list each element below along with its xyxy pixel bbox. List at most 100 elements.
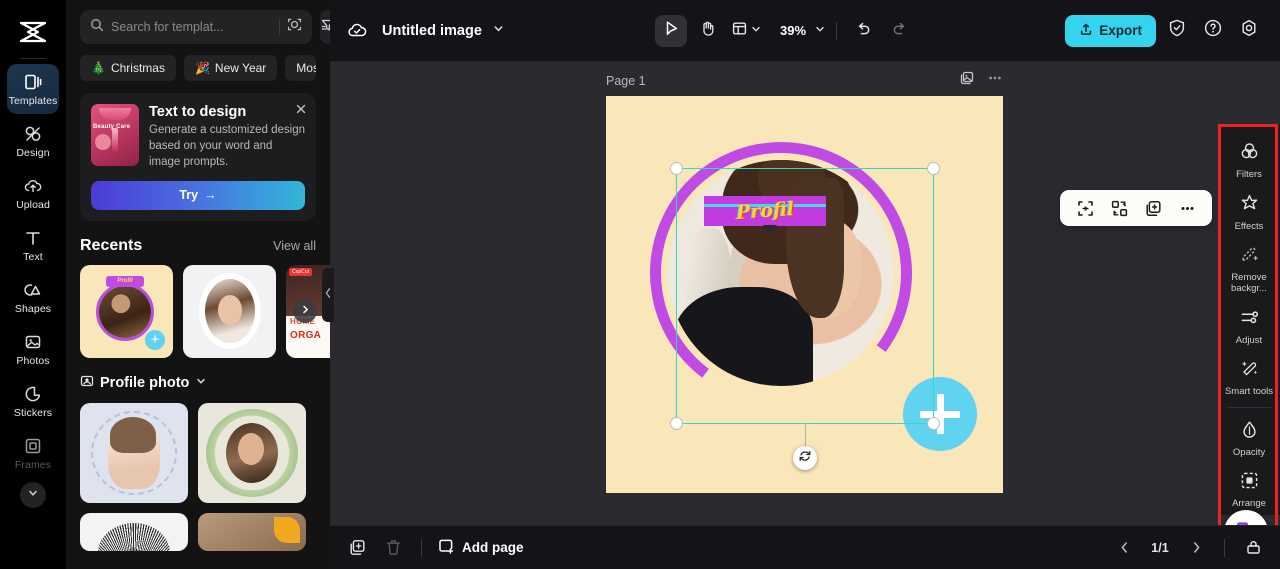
shield-check-button[interactable] <box>1162 16 1192 46</box>
bottom-divider-2 <box>1224 538 1225 557</box>
filter-icon <box>320 17 330 38</box>
layout-icon <box>731 20 748 42</box>
chevron-right-icon <box>300 302 311 320</box>
profile-photo-grid <box>80 402 316 551</box>
shield-check-icon <box>1167 18 1187 43</box>
profile-template-leaf[interactable] <box>198 512 306 551</box>
delete-page-button[interactable] <box>380 535 406 561</box>
replace-media-icon[interactable] <box>1106 195 1132 221</box>
tag-label: Christmas <box>110 61 165 75</box>
export-button[interactable]: Export <box>1065 14 1156 47</box>
main-area: Untitled image 39% Export Page 1 Profil … <box>330 0 1280 569</box>
profile-photo-title: Profile photo <box>100 375 190 392</box>
recents-view-all-link[interactable]: View all <box>273 239 316 253</box>
profile-template-wreath-blue[interactable] <box>80 402 188 503</box>
cloud-sync-icon[interactable] <box>346 20 368 42</box>
promo-close-button[interactable] <box>295 102 307 120</box>
duplicate-page-button[interactable] <box>344 535 370 561</box>
undo-button[interactable] <box>847 15 879 47</box>
sidebar-item-shapes[interactable]: Shapes <box>7 272 59 322</box>
prev-page-button[interactable] <box>1111 535 1137 561</box>
tool-arrange[interactable]: Arrange <box>1220 463 1278 515</box>
promo-try-button[interactable]: Try → <box>91 180 305 210</box>
recent-template-portrait[interactable] <box>183 264 276 358</box>
timeline-toggle-button[interactable] <box>1240 535 1266 561</box>
tool-adjust[interactable]: Adjust <box>1220 300 1278 352</box>
panel-collapse-button[interactable] <box>322 268 334 322</box>
recents-next-button[interactable] <box>293 298 317 323</box>
more-horizontal-icon[interactable] <box>1174 195 1200 221</box>
tool-filters[interactable]: Filters <box>1220 134 1278 186</box>
canvas-stage: Page 1 Profil Filters Effects Remove bac… <box>330 62 1280 525</box>
sidebar-item-design[interactable]: Design <box>7 116 59 166</box>
resize-handle-bottom-left[interactable] <box>670 417 683 430</box>
app-root: Templates Design Upload Text Shapes Phot… <box>0 0 1280 569</box>
next-page-button[interactable] <box>1183 535 1209 561</box>
settings-button[interactable] <box>1234 16 1264 46</box>
sidebar-item-frames[interactable]: Frames <box>7 428 59 478</box>
tool-effects[interactable]: Effects <box>1220 186 1278 238</box>
tool-remove-background[interactable]: Remove backgr... <box>1220 237 1278 299</box>
rotate-button[interactable] <box>793 446 817 470</box>
chevron-down-icon[interactable] <box>195 374 207 392</box>
resize-handle-top-left[interactable] <box>670 162 683 175</box>
sidebar-item-photos[interactable]: Photos <box>7 324 59 374</box>
profile-photo-icon <box>80 374 94 393</box>
crop-icon[interactable] <box>1072 195 1098 221</box>
text-to-design-promo: Beauty Care Text to design Generate a cu… <box>80 93 316 221</box>
redo-button[interactable] <box>883 15 915 47</box>
document-title[interactable]: Untitled image <box>382 23 482 39</box>
app-logo[interactable] <box>0 6 66 58</box>
sidebar-item-upload[interactable]: Upload <box>7 168 59 218</box>
search-row <box>80 10 330 44</box>
zoom-level[interactable]: 39% <box>780 23 806 38</box>
sidebar-item-stickers[interactable]: Stickers <box>7 376 59 426</box>
tools-divider <box>1227 406 1271 408</box>
rail-expand-button[interactable] <box>20 482 46 508</box>
recents-title: Recents <box>80 236 143 254</box>
help-circle-icon <box>1203 18 1223 43</box>
image-search-icon[interactable] <box>287 17 302 37</box>
sidebar-item-text[interactable]: Text <box>7 220 59 270</box>
tool-smart-tools[interactable]: Smart tools <box>1220 351 1278 403</box>
duplicate-icon[interactable] <box>1140 195 1166 221</box>
select-tool-button[interactable] <box>655 14 688 47</box>
add-page-button[interactable]: Add page <box>437 537 524 558</box>
search-divider <box>279 19 280 35</box>
profile-photo-header[interactable]: Profile photo <box>80 374 316 393</box>
templates-panel: 🎄 Christmas 🎉 New Year Mos Beauty Care <box>66 0 330 569</box>
profile-template-fan[interactable] <box>80 512 188 551</box>
profile-template-floral-green[interactable] <box>198 402 306 503</box>
selection-box[interactable] <box>670 162 940 470</box>
zoom-chevron-down-icon[interactable] <box>814 22 826 40</box>
recent-template-profil[interactable]: Profil + <box>80 264 173 358</box>
sidebar-item-label: Design <box>16 146 50 159</box>
resize-handle-bottom-right[interactable] <box>927 417 940 430</box>
effects-icon <box>1239 193 1260 219</box>
filter-button[interactable] <box>320 10 330 44</box>
chevron-down-icon <box>750 22 762 40</box>
resize-handle-top-right[interactable] <box>927 162 940 175</box>
tag-most[interactable]: Mos <box>285 55 316 81</box>
rail-divider <box>20 58 46 59</box>
duplicate-page-icon[interactable] <box>959 70 975 91</box>
hand-tool-button[interactable] <box>691 15 723 47</box>
title-chevron-down-icon[interactable] <box>492 22 505 40</box>
page-header: Page 1 <box>606 70 1003 91</box>
party-popper-icon: 🎉 <box>194 61 210 75</box>
search-icon <box>90 18 104 37</box>
sidebar-item-templates[interactable]: Templates <box>7 64 59 114</box>
christmas-tree-icon: 🎄 <box>91 61 106 75</box>
more-horizontal-icon[interactable] <box>987 70 1003 91</box>
tag-new-year[interactable]: 🎉 New Year <box>183 55 278 81</box>
top-toolbar: Untitled image 39% Export <box>330 0 1280 62</box>
tag-christmas[interactable]: 🎄 Christmas <box>80 55 176 81</box>
help-button[interactable] <box>1198 16 1228 46</box>
remove-background-icon <box>1239 244 1260 270</box>
search-box[interactable] <box>80 10 312 44</box>
search-input[interactable] <box>111 20 272 34</box>
tool-opacity[interactable]: Opacity <box>1220 412 1278 464</box>
tool-label: Arrange <box>1232 498 1266 510</box>
tool-label: Adjust <box>1235 334 1263 346</box>
layout-tool-button[interactable] <box>727 20 766 42</box>
